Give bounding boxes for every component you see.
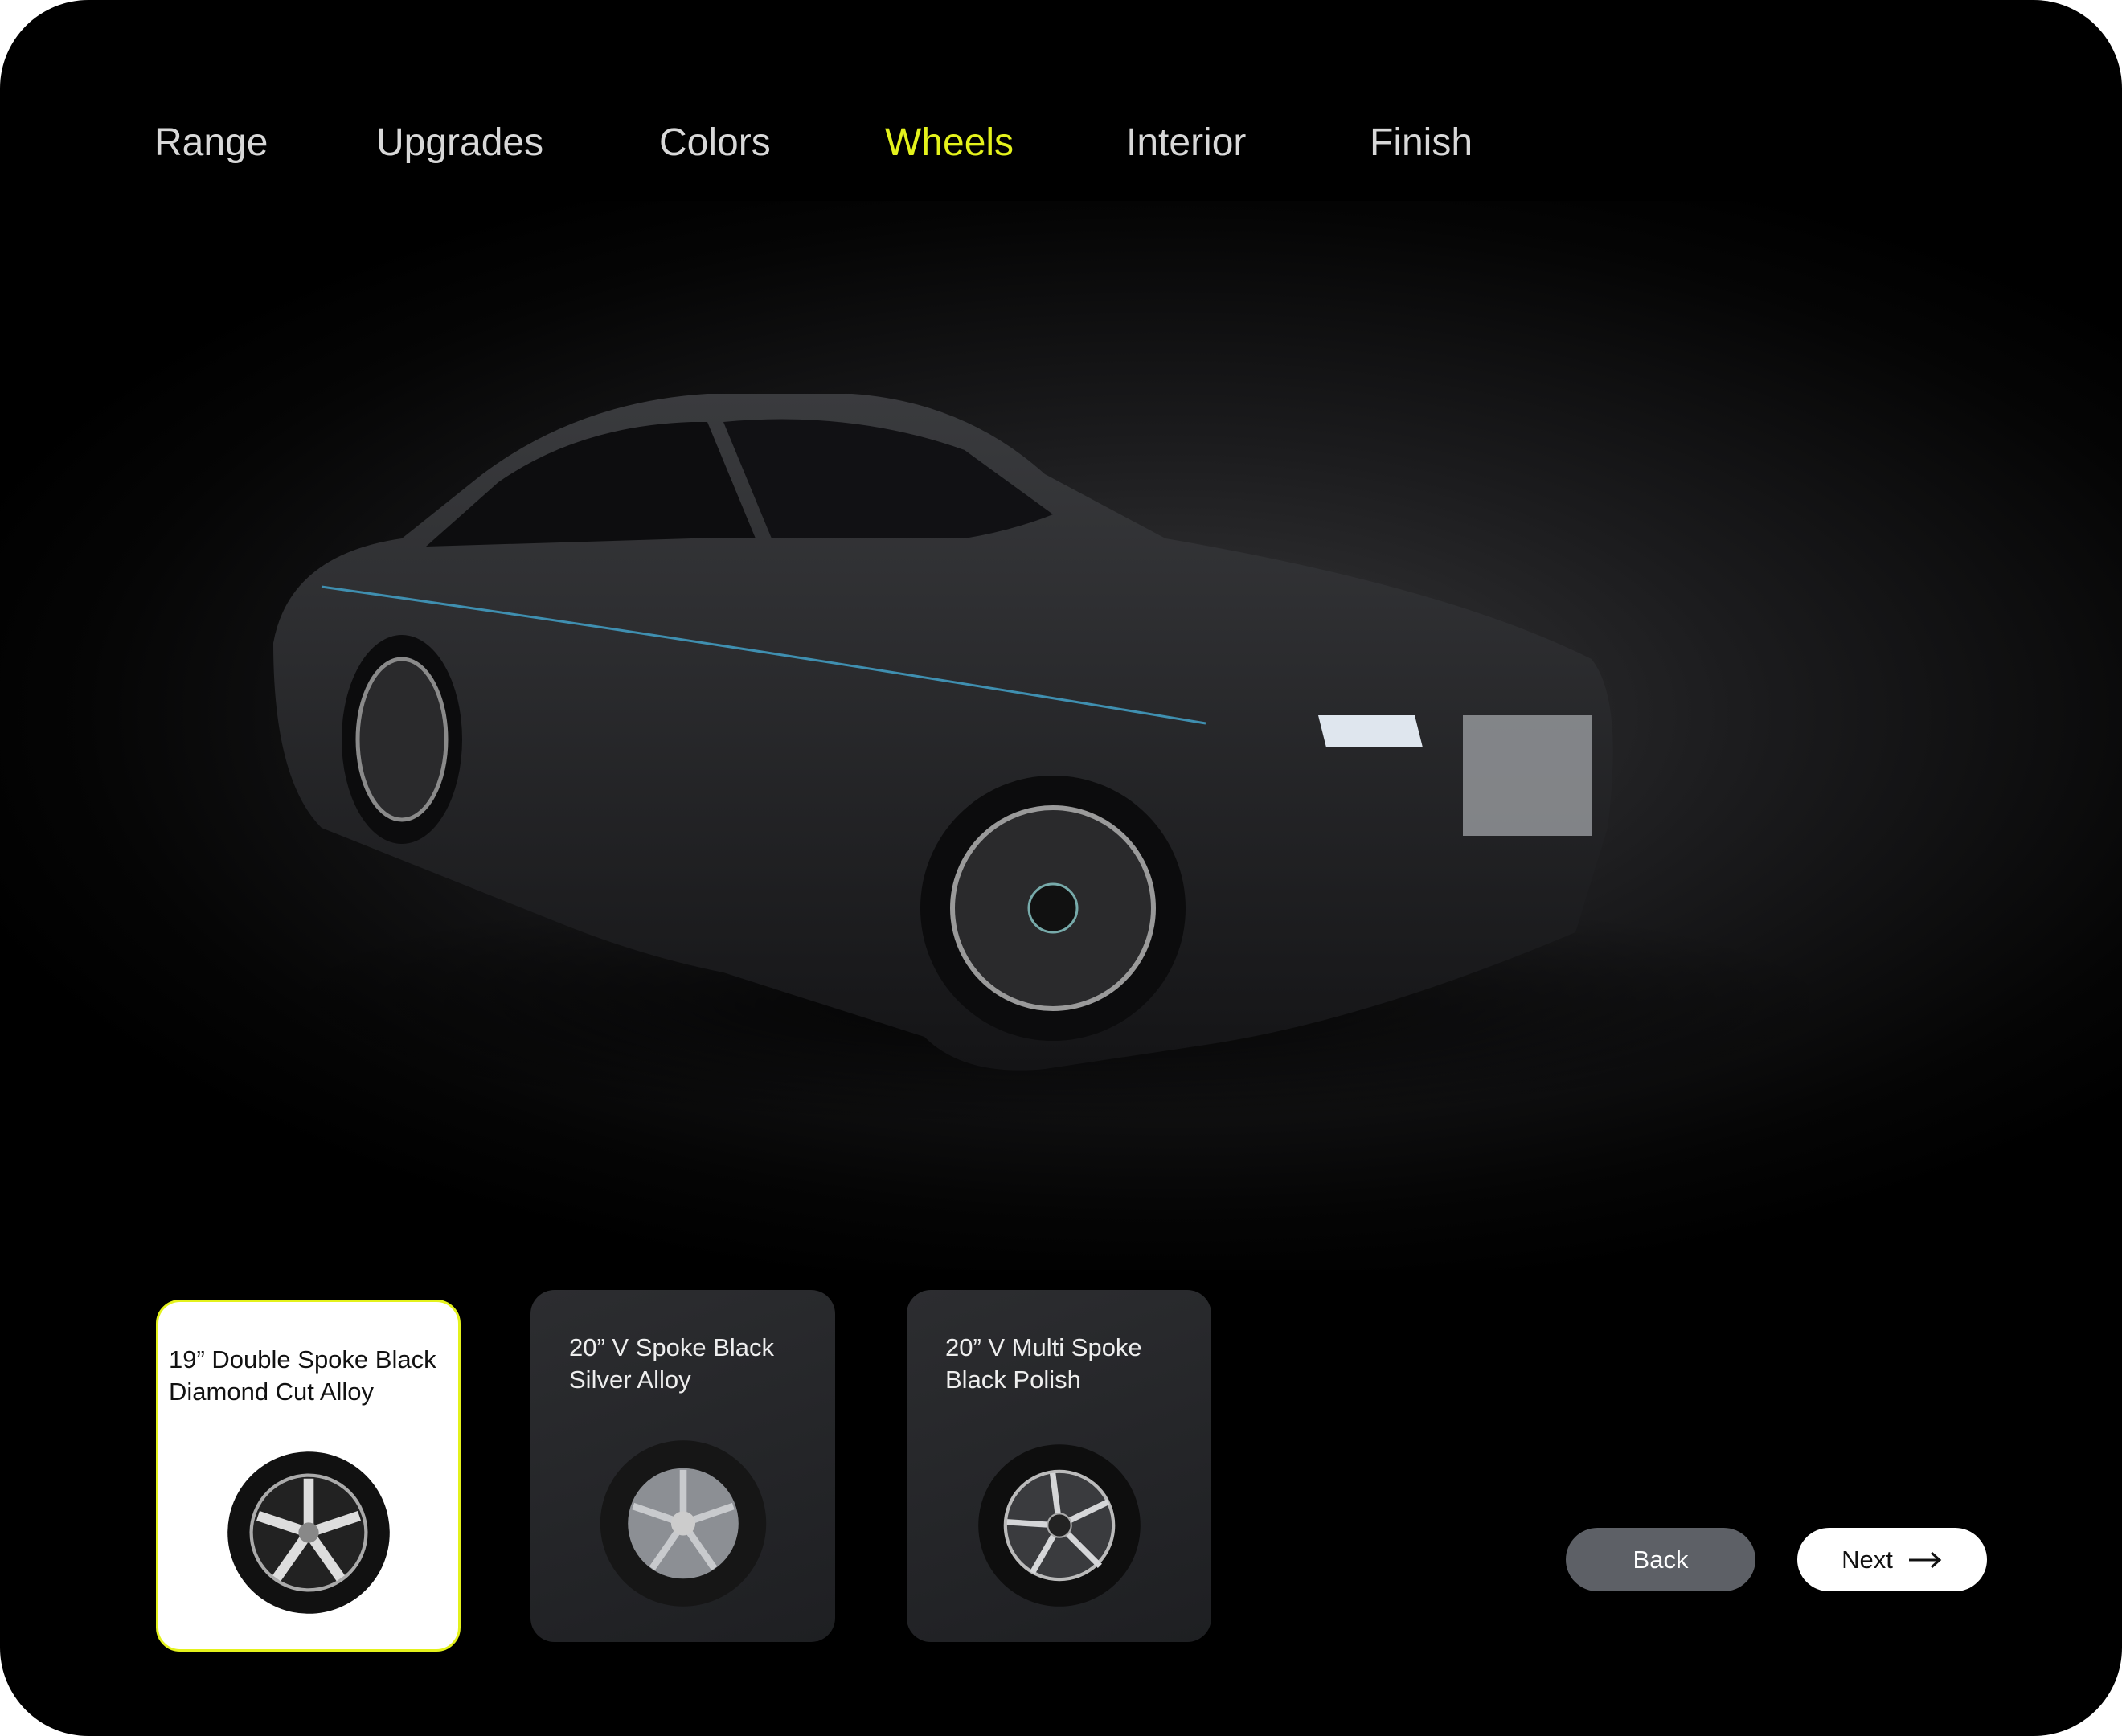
car-image (241, 394, 1809, 1125)
arrow-right-icon (1908, 1551, 1942, 1568)
wheel-option-name: 20” V Spoke Black Silver Alloy (569, 1333, 775, 1394)
back-button[interactable]: Back (1566, 1528, 1755, 1591)
wheel-option-name: 19” Double Spoke Black Diamond Cut Alloy (169, 1345, 436, 1406)
tab-colors[interactable]: Colors (659, 121, 771, 165)
tab-wheels[interactable]: Wheels (885, 121, 1014, 165)
wheel-option-name: 20” V Multi Spoke Black Polish (945, 1333, 1142, 1394)
next-button[interactable]: Next (1797, 1528, 1987, 1591)
tab-finish[interactable]: Finish (1370, 121, 1473, 165)
tab-interior[interactable]: Interior (1126, 121, 1246, 165)
tab-upgrades[interactable]: Upgrades (376, 121, 543, 165)
back-label: Back (1632, 1545, 1689, 1574)
configurator-window: Range Upgrades Colors Wheels Interior Fi… (0, 0, 2122, 1736)
wheel-option-1[interactable]: 19” Double Spoke Black Diamond Cut Alloy (156, 1300, 461, 1652)
wheel-option-2[interactable]: 20” V Spoke Black Silver Alloy (530, 1290, 835, 1642)
wheel-option-3[interactable]: 20” V Multi Spoke Black Polish (907, 1290, 1211, 1642)
tab-range[interactable]: Range (154, 121, 268, 165)
next-label: Next (1841, 1545, 1893, 1574)
wheel-image (600, 1440, 766, 1607)
wheel-image (977, 1444, 1141, 1607)
wheel-image (227, 1451, 390, 1614)
